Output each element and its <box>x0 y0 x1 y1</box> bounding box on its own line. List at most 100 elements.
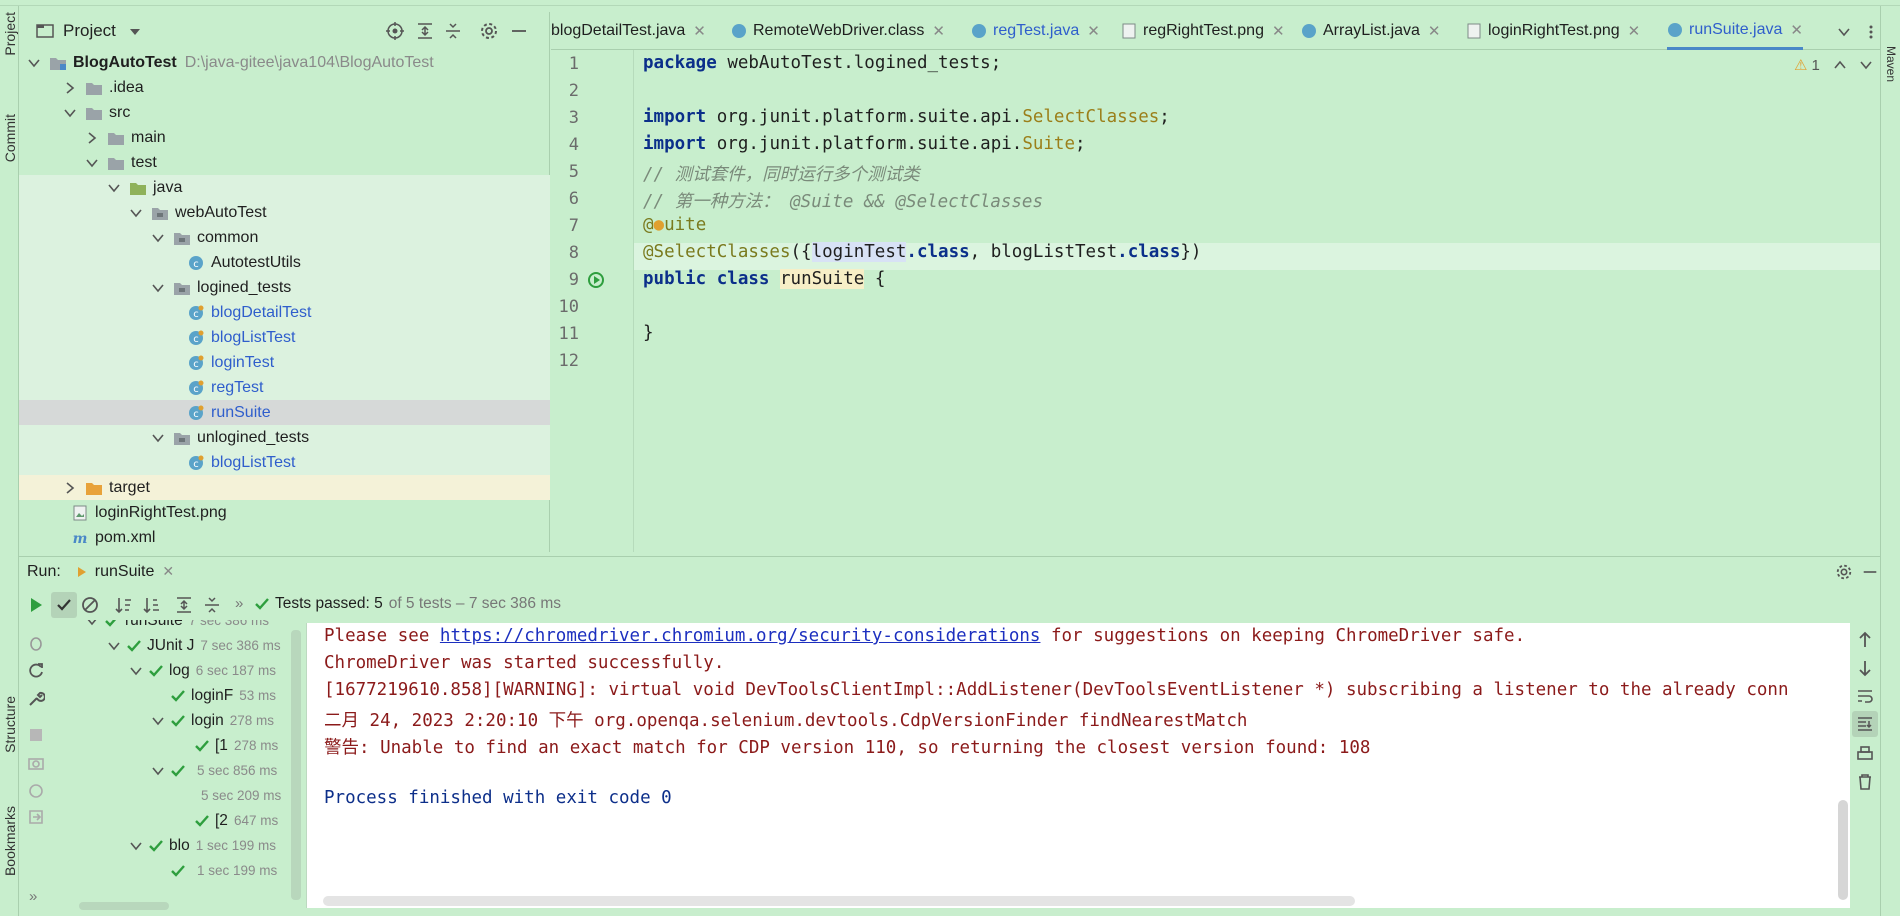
test-node-runsuite[interactable]: runSuite 7 sec 386 ms <box>85 620 269 633</box>
clear-icon[interactable] <box>27 782 45 800</box>
tab-regtest-java[interactable]: regTest.java ✕ <box>971 12 1100 50</box>
tree-item-webautotest[interactable]: webAutoTest <box>19 200 550 225</box>
close-icon[interactable]: ✕ <box>693 22 706 40</box>
commit-tool-tab[interactable]: Commit <box>0 114 19 184</box>
arrow-up-icon[interactable] <box>1856 631 1874 649</box>
test-node-bloglist[interactable]: blo 1 sec 199 ms <box>129 833 276 858</box>
test-node-login[interactable]: log 6 sec 187 ms <box>129 658 276 683</box>
gear-icon[interactable] <box>479 21 499 41</box>
chevron-down-icon[interactable] <box>129 839 143 853</box>
tree-item-regtest[interactable]: c regTest <box>19 375 550 400</box>
chevron-down-icon[interactable] <box>151 764 165 778</box>
tab-loginrighttest-png[interactable]: loginRightTest.png ✕ <box>1466 12 1640 50</box>
tree-item-common[interactable]: common <box>19 225 550 250</box>
test-node-junit[interactable]: JUnit J 7 sec 386 ms <box>107 633 281 658</box>
chevron-down-icon[interactable] <box>27 56 41 70</box>
arrow-down-icon[interactable] <box>1856 659 1874 677</box>
chevron-down-icon[interactable] <box>151 231 165 245</box>
test-node-bloglist-case[interactable]: 1 sec 199 ms <box>171 858 277 883</box>
tree-item-bloglisttest-unlogined[interactable]: c blogListTest <box>19 450 550 475</box>
chevron-down-icon[interactable] <box>63 106 77 120</box>
close-icon[interactable]: ✕ <box>1790 21 1803 39</box>
structure-tool-tab[interactable]: Structure <box>0 696 19 776</box>
refresh-icon[interactable] <box>27 662 45 680</box>
run-test-gutter-icon[interactable] <box>587 271 607 291</box>
project-tool-tab[interactable]: Project <box>0 12 19 74</box>
close-icon[interactable]: ✕ <box>1272 22 1285 40</box>
minimize-icon[interactable] <box>1861 563 1879 581</box>
test-tree-scrollbar[interactable] <box>291 630 301 900</box>
collapse-all-icon[interactable] <box>443 21 463 41</box>
test-node-sub[interactable]: 5 sec 209 ms <box>195 783 281 808</box>
test-node-loginf[interactable]: loginF 53 ms <box>171 683 276 708</box>
show-ignored-icon[interactable] <box>81 596 99 614</box>
console-output[interactable]: Please see https://chromedriver.chromium… <box>306 623 1850 908</box>
show-passed-toggle[interactable] <box>51 592 77 618</box>
tree-item-logined-tests[interactable]: logined_tests <box>19 275 550 300</box>
tree-item-loginrighttest-png[interactable]: loginRightTest.png <box>19 500 550 525</box>
tree-item-java[interactable]: java <box>19 175 550 200</box>
tab-arraylist-java[interactable]: ArrayList.java ✕ <box>1301 12 1441 50</box>
chevron-down-icon[interactable] <box>107 181 121 195</box>
chevron-down-icon[interactable] <box>129 26 141 38</box>
rerun-icon[interactable] <box>27 596 45 614</box>
console-hscrollbar[interactable] <box>323 896 1355 906</box>
chevron-down-icon[interactable] <box>1860 59 1872 71</box>
chevron-down-icon[interactable] <box>85 620 99 628</box>
chevron-down-icon[interactable] <box>129 664 143 678</box>
gear-icon[interactable] <box>1835 563 1853 581</box>
tree-item-blogautotest[interactable]: BlogAutoTest D:\java-gitee\java104\BlogA… <box>19 50 550 75</box>
tree-item-main[interactable]: main <box>19 125 550 150</box>
test-tree-hscrollbar[interactable] <box>79 902 169 910</box>
console-vscrollbar[interactable] <box>1838 800 1848 900</box>
test-node-login-2[interactable]: login 278 ms <box>151 708 274 733</box>
chevron-right-icon[interactable] <box>63 81 77 95</box>
tab-blogdetailtest-java[interactable]: blogDetailTest.java ✕ <box>551 12 706 50</box>
tree-item-blogdetailtest[interactable]: c blogDetailTest <box>19 300 550 325</box>
more-icon[interactable] <box>1863 24 1879 40</box>
more-icon[interactable]: » <box>29 888 37 905</box>
soft-wrap-icon[interactable] <box>1856 687 1874 705</box>
export-icon[interactable] <box>27 808 45 826</box>
more-icon[interactable]: » <box>235 595 243 612</box>
print-icon[interactable] <box>1856 745 1874 763</box>
close-icon[interactable]: ✕ <box>1628 22 1641 40</box>
stop-icon[interactable] <box>27 726 45 744</box>
sort-duration-icon[interactable] <box>143 596 161 614</box>
tab-regrighttest-png[interactable]: regRightTest.png ✕ <box>1121 12 1285 50</box>
console-link[interactable]: https://chromedriver.chromium.org/securi… <box>440 626 1041 646</box>
tree-item-bloglisttest[interactable]: c blogListTest <box>19 325 550 350</box>
tree-item-autotestutils[interactable]: c AutotestUtils <box>19 250 550 275</box>
chevron-down-icon[interactable] <box>1837 25 1851 39</box>
sort-alpha-icon[interactable] <box>115 596 133 614</box>
chevron-right-icon[interactable] <box>85 131 99 145</box>
expand-all-icon[interactable] <box>415 21 435 41</box>
test-node-group[interactable]: 5 sec 856 ms <box>151 758 277 783</box>
run-config-tab[interactable]: runSuite ✕ <box>75 563 174 581</box>
minimize-icon[interactable] <box>509 21 529 41</box>
wrench-icon[interactable] <box>27 690 45 708</box>
chevron-down-icon[interactable] <box>129 206 143 220</box>
chevron-down-icon[interactable] <box>151 281 165 295</box>
chevron-down-icon[interactable] <box>85 156 99 170</box>
tree-item-unlogined-tests[interactable]: unlogined_tests <box>19 425 550 450</box>
tree-item-src[interactable]: src <box>19 100 550 125</box>
chevron-down-icon[interactable] <box>151 431 165 445</box>
code-editor[interactable]: package webAutoTest.logined_tests; impor… <box>634 50 1880 552</box>
close-icon[interactable]: ✕ <box>932 22 945 40</box>
project-panel-title[interactable]: Project <box>63 21 116 41</box>
collapse-all-icon[interactable] <box>203 596 221 614</box>
tab-remotewebdriver-class[interactable]: RemoteWebDriver.class ✕ <box>731 12 945 50</box>
maven-tool-tab[interactable]: Maven <box>1881 46 1900 96</box>
test-node-param-2[interactable]: [2 647 ms <box>195 808 278 833</box>
expand-all-icon[interactable] <box>175 596 193 614</box>
tree-item-target[interactable]: target <box>19 475 550 500</box>
debug-icon[interactable] <box>27 634 45 652</box>
tab-runsuite-java[interactable]: runSuite.java ✕ <box>1667 12 1803 50</box>
tree-item-test[interactable]: test <box>19 150 550 175</box>
camera-icon[interactable] <box>27 754 45 772</box>
chevron-right-icon[interactable] <box>63 481 77 495</box>
close-icon[interactable]: ✕ <box>1087 22 1100 40</box>
scroll-to-end-toggle[interactable] <box>1852 711 1878 737</box>
bookmarks-tool-tab[interactable]: Bookmarks <box>0 806 19 896</box>
